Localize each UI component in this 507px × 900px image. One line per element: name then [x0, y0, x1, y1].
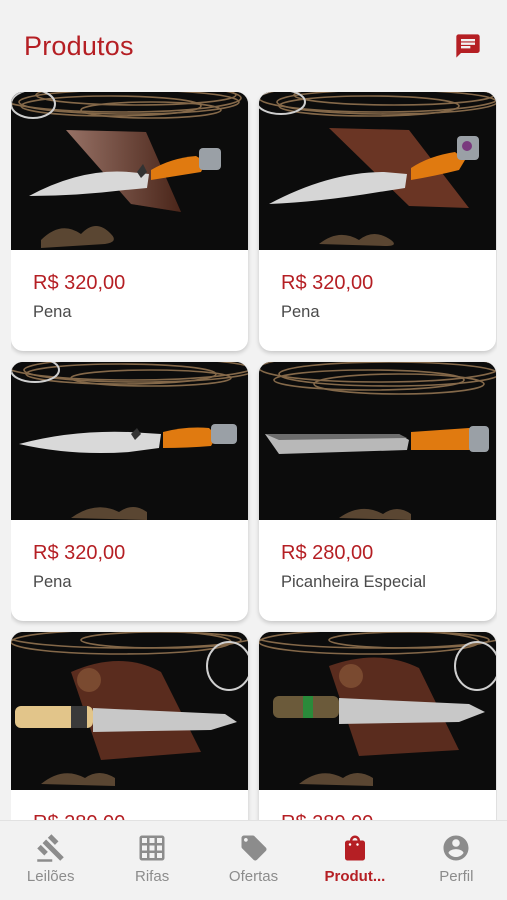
nav-label: Leilões	[26, 868, 75, 885]
product-card[interactable]: R$ 280,00	[11, 632, 248, 820]
shopping-bag-icon	[344, 835, 365, 861]
product-image	[259, 92, 496, 250]
chat-icon	[456, 34, 480, 58]
product-price: R$ 280,00	[281, 542, 374, 564]
nav-label: Ofertas	[228, 868, 279, 885]
product-card[interactable]: R$ 320,00 Pena	[11, 92, 248, 351]
product-image	[11, 362, 248, 520]
app-screen: Produtos R$ 320,00 Pena R$ 320,00 Pena R…	[0, 0, 507, 900]
product-name: Pena	[281, 303, 320, 321]
nav-item-produtos[interactable]: Produt...	[304, 821, 405, 900]
product-image	[259, 362, 496, 520]
product-grid: R$ 320,00 Pena R$ 320,00 Pena R$ 320,00 …	[11, 92, 497, 820]
product-card[interactable]: R$ 280,00 Picanheira Especial	[259, 362, 496, 621]
product-image	[11, 92, 248, 250]
product-price: R$ 320,00	[33, 542, 126, 564]
nav-label: Rifas	[135, 868, 170, 885]
product-price: R$ 280,00	[33, 812, 125, 820]
product-card[interactable]: R$ 320,00 Pena	[259, 92, 496, 351]
product-price: R$ 280,00	[281, 812, 373, 820]
product-image	[11, 632, 248, 790]
nav-label: Produt...	[324, 868, 386, 885]
nav-item-rifas[interactable]: Rifas	[101, 821, 202, 900]
product-name: Pena	[33, 303, 72, 321]
chat-button[interactable]	[453, 31, 483, 61]
product-card[interactable]: R$ 320,00 Pena	[11, 362, 248, 621]
product-name: Pena	[33, 573, 72, 591]
nav-item-perfil[interactable]: Perfil	[406, 821, 507, 900]
product-card[interactable]: R$ 280,00	[259, 632, 496, 820]
grid-icon	[139, 835, 165, 861]
product-price: R$ 320,00	[33, 272, 126, 294]
account-icon	[443, 835, 469, 861]
product-name: Picanheira Especial	[281, 573, 426, 591]
bottom-navigation: Leilões Rifas Ofertas Produt... Perfil	[0, 820, 507, 900]
nav-item-leiloes[interactable]: Leilões	[0, 821, 101, 900]
page-title: Produtos	[24, 30, 134, 61]
gavel-icon	[36, 834, 64, 862]
tag-icon	[241, 835, 267, 861]
app-header: Produtos	[0, 0, 507, 92]
product-image	[259, 632, 496, 790]
product-price: R$ 320,00	[281, 272, 374, 294]
nav-item-ofertas[interactable]: Ofertas	[203, 821, 304, 900]
nav-label: Perfil	[439, 868, 474, 885]
